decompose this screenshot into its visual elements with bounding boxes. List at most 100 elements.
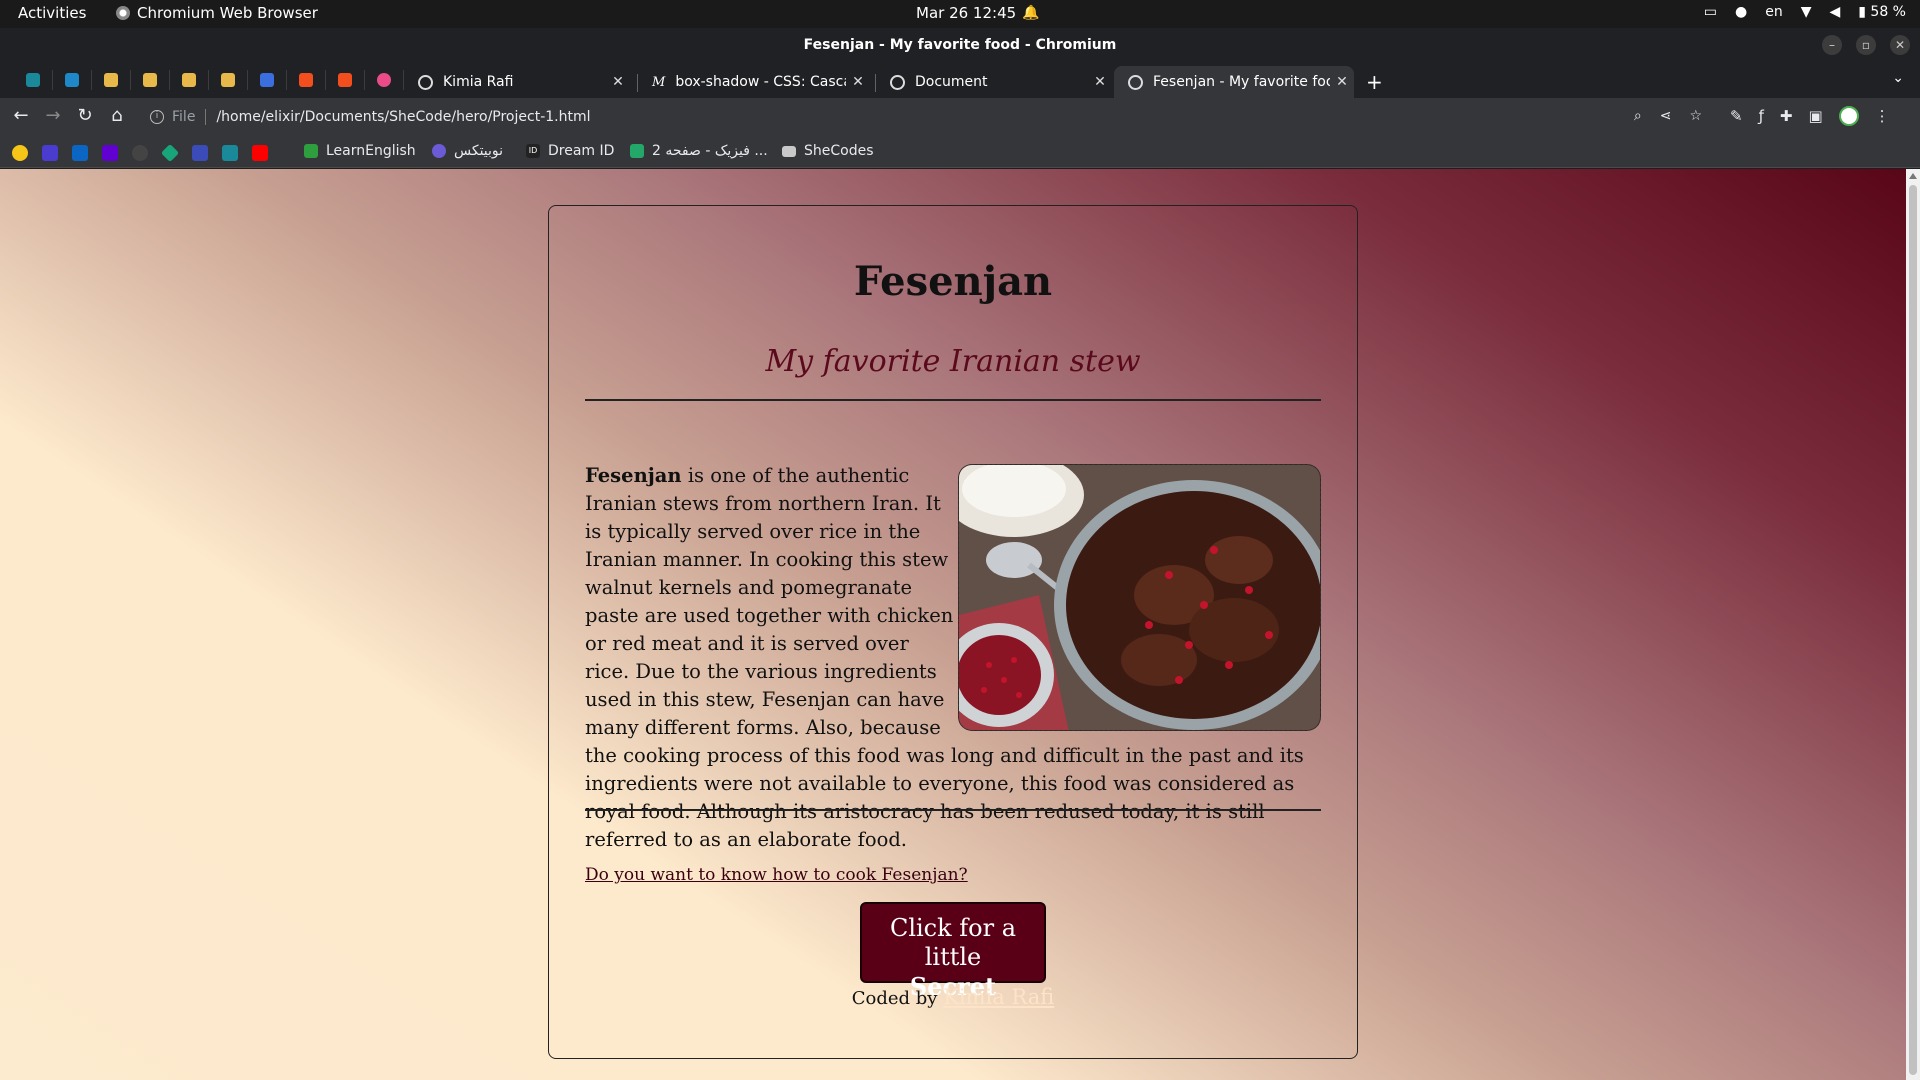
user-icon: ● (1734, 4, 1748, 20)
top-divider (585, 399, 1321, 401)
mdn-icon: M (652, 74, 666, 90)
scroll-up-arrow-icon[interactable] (1909, 173, 1917, 179)
site-icon (104, 73, 118, 87)
minimize-button[interactable]: – (1822, 35, 1842, 55)
url-text[interactable]: /home/elixir/Documents/SheCode/hero/Proj… (216, 109, 590, 125)
app-name: Chromium Web Browser (137, 4, 318, 22)
side-panel-icon[interactable]: ▣ (1808, 107, 1822, 125)
extensions-puzzle-icon[interactable]: ✚ (1780, 107, 1793, 125)
back-button[interactable]: ← (9, 105, 33, 126)
language-indicator[interactable]: en (1765, 4, 1783, 20)
bookmark-icon (432, 144, 446, 158)
notification-bell-icon[interactable]: 🔔 (1022, 5, 1039, 21)
bookmark-label: SheCodes (804, 143, 874, 159)
extension-pen-icon[interactable]: ✎ (1730, 107, 1743, 125)
site-icon (65, 73, 79, 87)
bookmark-label: LearnEnglish (326, 143, 416, 159)
bookmark-learnenglish[interactable]: LearnEnglish (304, 143, 416, 159)
info-icon[interactable]: i (150, 110, 164, 124)
reload-button[interactable]: ↻ (73, 105, 97, 126)
pinned-tab[interactable] (209, 70, 248, 90)
tab-label: box-shadow - CSS: Cascad (675, 74, 846, 90)
tab-label: Document (915, 74, 988, 90)
extension-toolbar: ✎ ƒ ✚ ▣ ⋮ (1730, 106, 1890, 126)
maximize-button[interactable]: ▫ (1856, 35, 1876, 55)
tab-strip: Kimia Rafi ✕ M box-shadow - CSS: Cascad … (0, 62, 1920, 98)
page-scrollbar[interactable] (1906, 169, 1920, 1080)
activities-button[interactable]: Activities (18, 4, 86, 22)
clock[interactable]: Mar 26 12:45 (916, 4, 1016, 22)
bookmark-physics[interactable]: فیزیک - صفحه 2 ... (630, 143, 768, 159)
address-bar[interactable]: i File /home/elixir/Documents/SheCode/he… (142, 102, 1702, 132)
tab-label: Kimia Rafi (443, 74, 514, 90)
wifi-icon: ▼ (1800, 4, 1812, 20)
pinned-tab[interactable] (326, 70, 365, 90)
github-icon[interactable] (132, 145, 148, 161)
how-to-cook-link[interactable]: Do you want to know how to cook Fesenjan… (585, 865, 968, 885)
site-icon (143, 73, 157, 87)
bookmark-folder-shecodes[interactable]: SheCodes (782, 143, 874, 159)
bookmark-dream-id[interactable]: ID Dream ID (526, 143, 614, 159)
bookmark-label: فیزیک - صفحه 2 ... (652, 143, 768, 159)
youtube-icon[interactable] (252, 145, 268, 161)
bookmarks-bar: LearnEnglish نوبیتکس ID Dream ID فیزیک -… (0, 136, 1920, 168)
pinned-tab[interactable] (92, 70, 131, 90)
tab-fesenjan[interactable]: Fesenjan - My favorite foo ✕ (1114, 66, 1354, 98)
app-menu[interactable]: Chromium Web Browser (116, 4, 318, 22)
bottom-divider (585, 809, 1321, 811)
tab-document[interactable]: Document ✕ (876, 66, 1112, 98)
pinned-tab[interactable] (131, 70, 170, 90)
pinned-tab[interactable] (248, 70, 287, 90)
extension-formula-icon[interactable]: ƒ (1759, 107, 1764, 125)
pinned-tab[interactable] (53, 70, 92, 90)
close-tab-icon[interactable]: ✕ (846, 74, 870, 90)
page-subtitle: My favorite Iranian stew (765, 344, 1141, 379)
pinned-tabs (14, 70, 404, 90)
content-card: Fesenjan My favorite Iranian stew Fesenj… (548, 205, 1358, 1059)
home-button[interactable]: ⌂ (105, 105, 129, 126)
globe-icon (890, 74, 905, 90)
system-tray[interactable]: ▭ ● en ▼ ◀ ▮ 58 % (1704, 4, 1906, 20)
profile-avatar[interactable] (1838, 106, 1859, 126)
pinned-tab[interactable] (287, 70, 326, 90)
tab-kimia-rafi[interactable]: Kimia Rafi ✕ (404, 66, 630, 98)
secret-button[interactable]: Click for a little Secret (860, 902, 1046, 1001)
scrollbar-thumb[interactable] (1909, 185, 1917, 1075)
bookmark-nobitex[interactable]: نوبیتکس (432, 143, 503, 159)
bookmark-label: Dream ID (548, 143, 615, 159)
close-window-button[interactable]: ✕ (1890, 35, 1910, 55)
bookmark-icon (304, 144, 318, 158)
window-title-bar: Fesenjan - My favorite food - Chromium –… (0, 28, 1920, 62)
url-scheme: File (172, 109, 196, 125)
share-icon[interactable]: ⋖ (1660, 108, 1672, 124)
close-tab-icon[interactable]: ✕ (1088, 74, 1112, 90)
bookmark-star-icon[interactable]: ☆ (1689, 108, 1702, 124)
pinned-tab[interactable] (14, 70, 53, 90)
bookmark-icon[interactable] (12, 145, 28, 161)
forward-button[interactable]: → (41, 105, 65, 126)
close-tab-icon[interactable]: ✕ (606, 74, 630, 90)
tab-search-chevron-icon[interactable]: ⌄ (1892, 70, 1904, 86)
author-link[interactable]: Kimia Rafi (943, 985, 1054, 1009)
close-tab-icon[interactable]: ✕ (1330, 74, 1354, 90)
stew-illustration (959, 465, 1320, 730)
credit-line: Coded by Kimia Rafi (549, 985, 1357, 1009)
menu-kebab-icon[interactable]: ⋮ (1875, 107, 1890, 125)
pinned-tab[interactable] (365, 70, 404, 90)
bookmark-icon[interactable] (192, 145, 208, 161)
tab-box-shadow[interactable]: M box-shadow - CSS: Cascad ✕ (638, 66, 870, 98)
figma-icon (299, 73, 313, 87)
new-tab-button[interactable]: + (1366, 70, 1383, 94)
site-icon (221, 73, 235, 87)
scheme-separator (205, 109, 207, 125)
pinned-tab[interactable] (170, 70, 209, 90)
bookmark-icon[interactable] (42, 145, 58, 161)
linkedin-icon[interactable] (72, 145, 88, 161)
site-icon (26, 73, 40, 87)
bookmark-icon[interactable] (222, 145, 238, 161)
yahoo-icon[interactable] (102, 145, 118, 161)
window-title: Fesenjan - My favorite food - Chromium (803, 37, 1117, 53)
bookmark-icon[interactable] (160, 143, 180, 163)
dribbble-icon (377, 73, 391, 87)
zoom-icon[interactable]: ⌕ (1634, 108, 1642, 124)
